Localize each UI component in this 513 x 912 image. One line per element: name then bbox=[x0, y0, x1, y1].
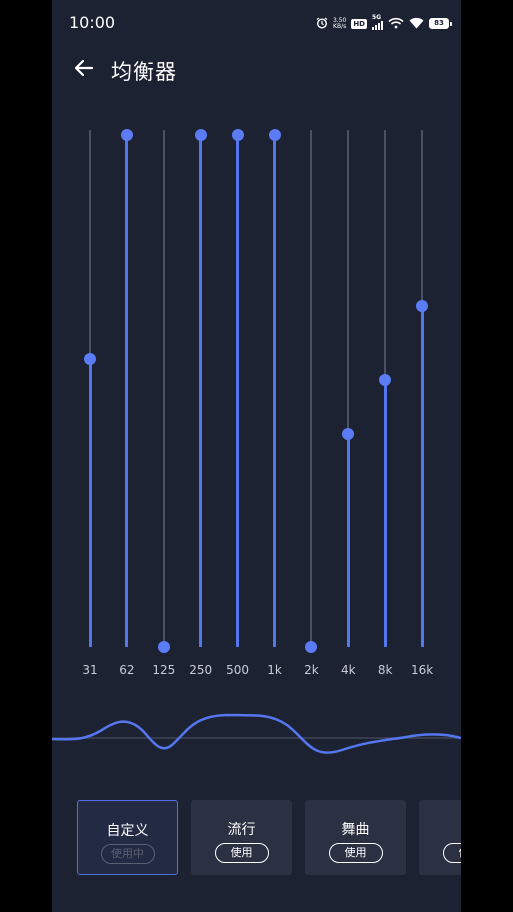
preset-name: 自定义 bbox=[106, 823, 149, 839]
preset-card[interactable]: 流行 使用 bbox=[191, 800, 292, 875]
preset-card[interactable]: 蓝使用 bbox=[419, 800, 461, 875]
preset-card[interactable]: 舞曲 使用 bbox=[305, 800, 406, 875]
eq-band-fill bbox=[125, 135, 129, 647]
eq-band-fill bbox=[420, 305, 424, 647]
eq-band-label: 250 bbox=[189, 663, 213, 677]
eq-band-250-knob[interactable] bbox=[194, 129, 207, 141]
eq-band-track bbox=[162, 130, 165, 647]
curve-line bbox=[52, 713, 461, 754]
preset-name: 流行 bbox=[227, 822, 256, 838]
eq-band-8k-knob[interactable] bbox=[379, 374, 392, 387]
frequency-response-curve bbox=[52, 713, 461, 754]
preset-name: 蓝 bbox=[419, 819, 461, 839]
eq-band-label: 4k bbox=[341, 663, 356, 677]
equalizer-sliders: 31 62 125 250 500 1k 2k 4k 8k 16k bbox=[52, 0, 461, 700]
eq-band-label: 2k bbox=[304, 663, 319, 677]
eq-band-label: 1k bbox=[267, 663, 282, 677]
preset-use-button[interactable]: 使用 bbox=[328, 843, 383, 863]
eq-band-31-knob[interactable] bbox=[84, 353, 96, 365]
preset-use-button[interactable]: 使用 bbox=[214, 843, 269, 863]
eq-band-fill bbox=[88, 359, 92, 647]
eq-band-500-knob[interactable] bbox=[231, 129, 244, 141]
eq-band-fill bbox=[346, 433, 350, 647]
eq-band-label: 31 bbox=[82, 663, 98, 677]
preset-name: 舞曲 bbox=[341, 822, 370, 838]
eq-band-4k-knob[interactable] bbox=[342, 427, 355, 440]
eq-band-label: 16k bbox=[410, 663, 434, 677]
preset-card[interactable]: 自定义 使用中 bbox=[77, 800, 178, 875]
eq-band-track bbox=[310, 130, 313, 647]
eq-band-1k-knob[interactable] bbox=[268, 129, 281, 141]
preset-list: 自定义使用中流行使用舞曲使用蓝使用 bbox=[77, 800, 461, 876]
eq-band-label: 500 bbox=[226, 663, 250, 677]
eq-band-fill bbox=[199, 135, 203, 647]
eq-band-fill bbox=[383, 380, 387, 647]
eq-band-fill bbox=[236, 135, 240, 647]
preset-in-use-badge: 使用中 bbox=[100, 844, 155, 864]
eq-band-label: 125 bbox=[152, 663, 176, 677]
eq-band-16k-knob[interactable] bbox=[416, 299, 429, 312]
eq-band-2k-knob[interactable] bbox=[305, 641, 318, 653]
eq-band-125-knob[interactable] bbox=[157, 641, 170, 653]
eq-band-fill bbox=[273, 135, 276, 647]
eq-band-label: 62 bbox=[119, 663, 135, 677]
equalizer-screen: 10:00 3.50 KB/s HD 5G 83 均衡器 31 62 125 2… bbox=[52, 0, 461, 912]
eq-band-label: 8k bbox=[377, 663, 393, 677]
preset-use-button[interactable]: 使用 bbox=[442, 843, 461, 863]
eq-band-62-knob[interactable] bbox=[120, 129, 133, 141]
